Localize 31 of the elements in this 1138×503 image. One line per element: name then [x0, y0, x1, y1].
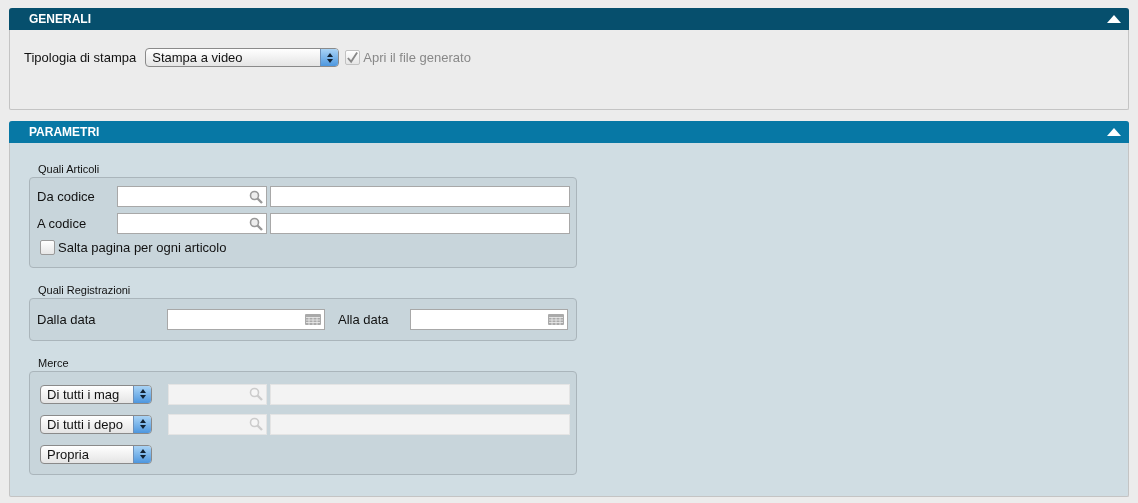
calendar-icon[interactable]	[305, 314, 321, 325]
section-title: PARAMETRI	[29, 125, 100, 139]
code-field[interactable]	[117, 213, 267, 234]
field-label: Da codice	[37, 189, 96, 204]
description-field[interactable]	[270, 186, 570, 207]
print-type-dropdown[interactable]: Stampa a video	[145, 48, 340, 67]
stepper-icon	[133, 385, 151, 403]
collapse-icon[interactable]	[1107, 128, 1121, 136]
field-label: Tipologia di stampa	[24, 50, 137, 65]
group-title: Merce	[38, 357, 70, 369]
field-label: A codice	[37, 216, 88, 231]
filter-dropdown[interactable]: Propria	[40, 444, 152, 464]
search-icon[interactable]	[249, 216, 263, 231]
checkbox-label: Salta pagina per ogni articolo	[58, 240, 227, 255]
description-field[interactable]	[270, 213, 570, 234]
section-title: GENERALI	[29, 12, 91, 26]
checkbox[interactable]	[40, 240, 55, 255]
code-field[interactable]	[117, 186, 267, 207]
group-title: Quali Articoli	[38, 163, 101, 175]
group-title: Quali Registrazioni	[38, 284, 132, 296]
calendar-icon[interactable]	[548, 314, 564, 325]
checkbox-label: Apri il file generato	[363, 50, 471, 65]
field-label: Dalla data	[37, 312, 97, 327]
stepper-icon	[320, 49, 339, 66]
field-label: Alla data	[338, 312, 390, 327]
stepper-icon	[133, 445, 151, 463]
date-field[interactable]	[410, 309, 568, 330]
date-field[interactable]	[167, 309, 325, 330]
stepper-icon	[133, 415, 151, 433]
collapse-icon[interactable]	[1107, 15, 1121, 23]
search-icon[interactable]	[249, 189, 263, 204]
